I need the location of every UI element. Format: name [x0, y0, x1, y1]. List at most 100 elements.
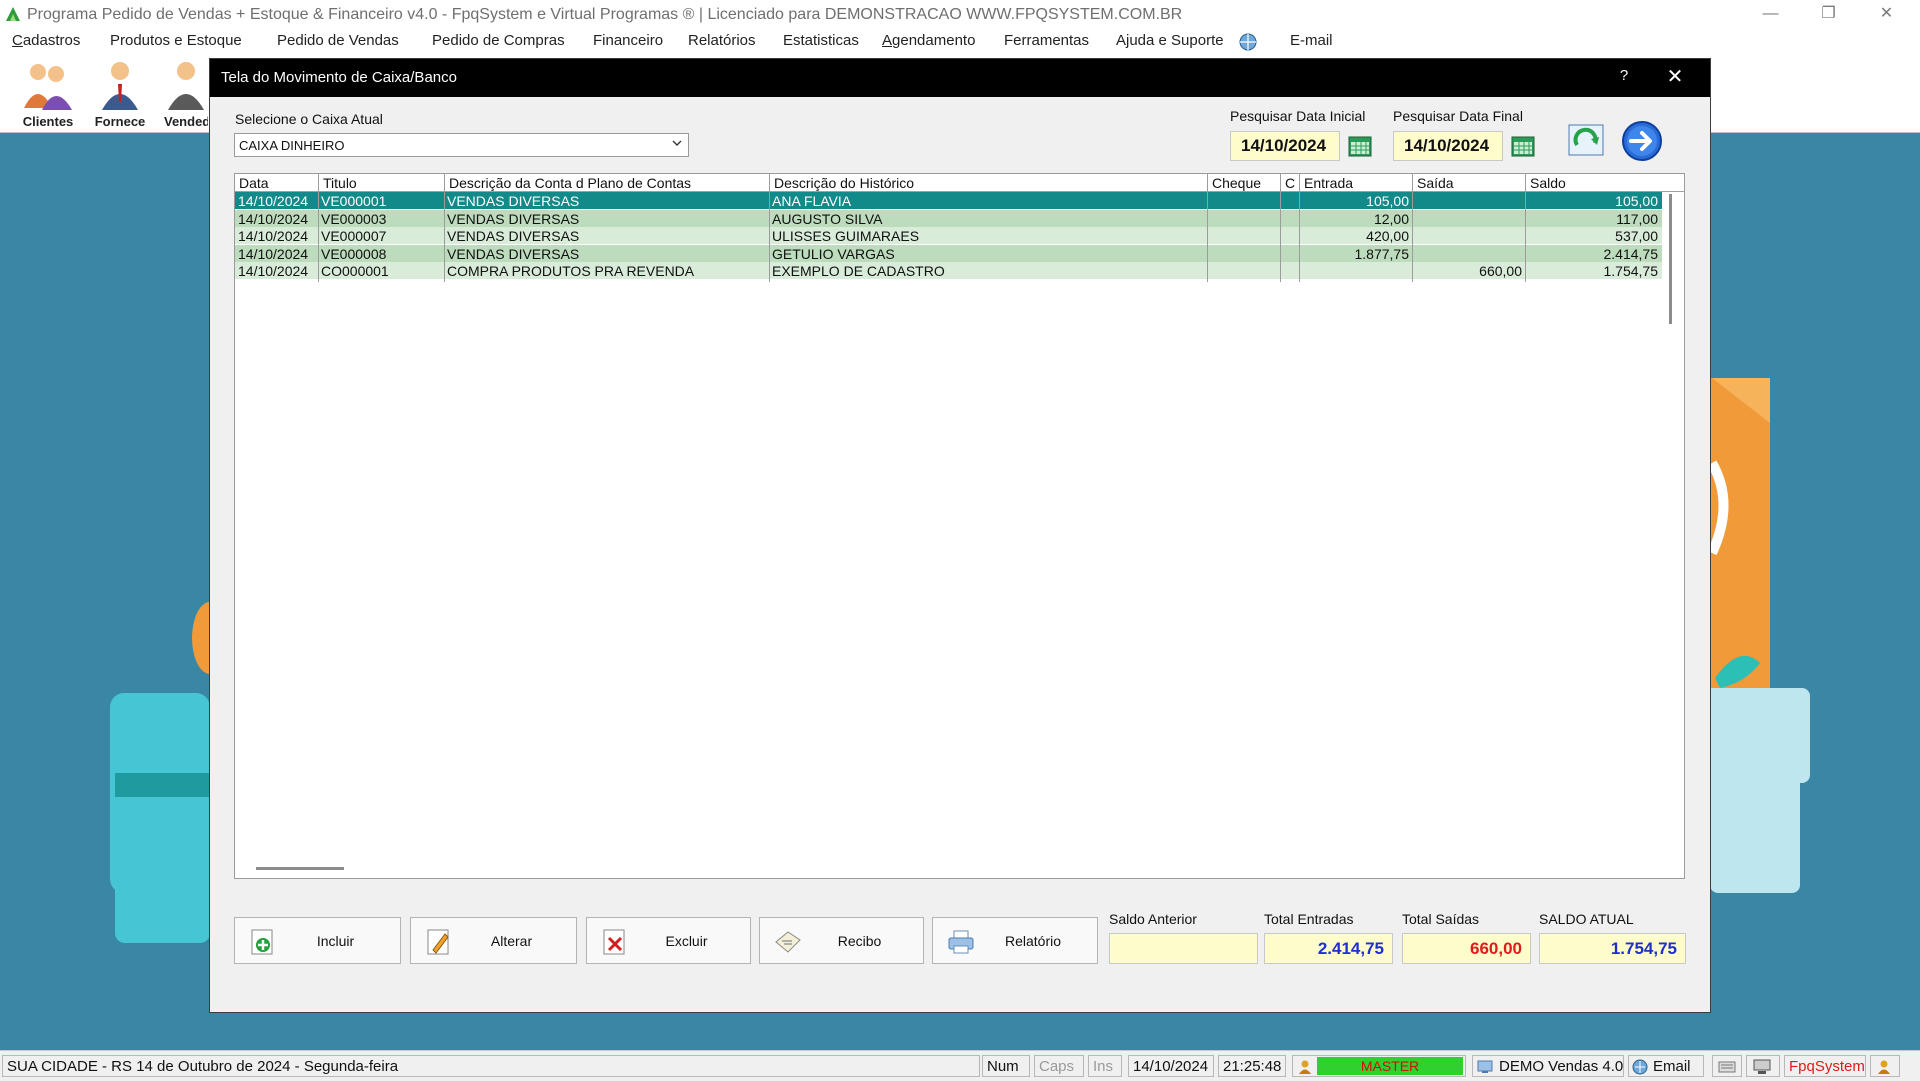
- calendar-icon[interactable]: [1511, 134, 1535, 158]
- menu-cadastros[interactable]: Cadastros: [12, 32, 80, 49]
- cell-titulo: VE000008: [321, 245, 387, 262]
- status-keyboard-icon[interactable]: [1712, 1055, 1742, 1077]
- email-icon: [1632, 1059, 1648, 1075]
- cell-entrada: 1.877,75: [1354, 245, 1410, 262]
- caixa-select[interactable]: CAIXA DINHEIRO: [234, 133, 689, 157]
- table-row[interactable]: 14/10/2024 VE000003 VENDAS DIVERSAS AUGUSTO…: [235, 209, 1662, 227]
- col-c[interactable]: C: [1285, 175, 1295, 191]
- chevron-down-icon: [672, 140, 682, 146]
- movimento-grid[interactable]: Data Titulo Descrição da Conta d Plano d…: [234, 173, 1685, 879]
- table-row[interactable]: 14/10/2024 VE000001 VENDAS DIVERSAS ANA FLA…: [235, 192, 1662, 209]
- status-brand: FpqSystem: [1784, 1055, 1866, 1077]
- incluir-button[interactable]: Incluir: [234, 917, 401, 964]
- app-titlebar: Programa Pedido de Vendas + Estoque & Fi…: [0, 0, 1920, 29]
- cell-saida: 660,00: [1479, 263, 1522, 279]
- total-saidas-label: Total Saídas: [1402, 911, 1480, 927]
- col-titulo[interactable]: Titulo: [323, 175, 357, 191]
- cell-titulo: VE000003: [321, 210, 387, 227]
- menu-email[interactable]: E-mail: [1290, 32, 1333, 49]
- total-saidas-field: 660,00: [1402, 933, 1531, 964]
- status-computer-icon[interactable]: [1746, 1055, 1780, 1077]
- cell-historico: GETULIO VARGAS: [772, 245, 895, 262]
- dialog-close-button[interactable]: ✕: [1664, 66, 1686, 88]
- toolbar-fornece-label: Fornece: [94, 114, 146, 129]
- status-version: DEMO Vendas 4.0: [1472, 1055, 1624, 1077]
- alterar-button[interactable]: Alterar: [410, 917, 577, 964]
- menu-financeiro[interactable]: Financeiro: [593, 32, 663, 49]
- monitor-icon: [1477, 1060, 1493, 1073]
- app-title: Programa Pedido de Vendas + Estoque & Fi…: [27, 6, 1183, 23]
- table-row[interactable]: 14/10/2024 VE000007 VENDAS DIVERSAS ULISSES…: [235, 227, 1662, 244]
- menu-pedido-vendas[interactable]: Pedido de Vendas: [277, 32, 399, 49]
- cell-data: 14/10/2024: [238, 228, 309, 244]
- data-final-label: Pesquisar Data Final: [1393, 108, 1523, 124]
- menu-bar: Cadastros Produtos e Estoque Pedido de V…: [0, 29, 1920, 54]
- toolbar-vendedor-label: Vended: [164, 114, 208, 129]
- excluir-button[interactable]: Excluir: [586, 917, 751, 964]
- col-separator: [1280, 174, 1281, 282]
- col-cheque[interactable]: Cheque: [1212, 175, 1261, 191]
- status-bar: SUA CIDADE - RS 14 de Outubro de 2024 - …: [0, 1050, 1920, 1081]
- seller-icon: [168, 62, 204, 110]
- status-user: MASTER: [1292, 1055, 1466, 1077]
- supplier-icon: [102, 62, 138, 110]
- cell-titulo: VE000007: [321, 228, 387, 244]
- status-caps: Caps: [1034, 1055, 1084, 1077]
- vertical-scrollbar[interactable]: [1669, 194, 1672, 324]
- menu-produtos-estoque[interactable]: Produtos e Estoque: [110, 32, 242, 49]
- cell-titulo: VE000001: [321, 193, 387, 209]
- recibo-label: Recibo: [837, 933, 882, 949]
- saldo-atual-field: 1.754,75: [1539, 933, 1686, 964]
- arrow-right-icon[interactable]: [1620, 119, 1664, 163]
- toolbar-clientes-button[interactable]: Clientes: [12, 58, 84, 130]
- minimize-button[interactable]: —: [1748, 0, 1793, 29]
- calendar-icon[interactable]: [1348, 134, 1372, 158]
- cell-saldo: 117,00: [1616, 210, 1658, 227]
- restore-button[interactable]: ❐: [1806, 0, 1851, 29]
- close-window-button[interactable]: ✕: [1864, 0, 1909, 29]
- toolbar-vendedor-button[interactable]: Vended: [156, 58, 208, 130]
- status-email-button[interactable]: Email: [1628, 1055, 1704, 1077]
- menu-ferramentas[interactable]: Ferramentas: [1004, 32, 1089, 49]
- cell-historico: ULISSES GUIMARAES: [772, 228, 920, 244]
- help-button[interactable]: ?: [1614, 67, 1634, 87]
- alterar-label: Alterar: [490, 933, 533, 949]
- toolbar-fornece-button[interactable]: Fornece: [84, 58, 156, 130]
- col-entrada[interactable]: Entrada: [1304, 175, 1353, 191]
- incluir-label: Incluir: [316, 933, 355, 949]
- relatorio-button[interactable]: Relatório: [932, 917, 1098, 964]
- col-saida[interactable]: Saída: [1417, 175, 1454, 191]
- cell-data: 14/10/2024: [238, 245, 309, 262]
- menu-estatisticas[interactable]: Estatisticas: [783, 32, 859, 49]
- col-conta[interactable]: Descrição da Conta d Plano de Contas: [449, 175, 691, 191]
- recibo-button[interactable]: Recibo: [759, 917, 924, 964]
- status-cidade: SUA CIDADE - RS 14 de Outubro de 2024 - …: [2, 1055, 980, 1077]
- col-saldo[interactable]: Saldo: [1530, 175, 1566, 191]
- col-data[interactable]: Data: [239, 175, 269, 191]
- keyboard-icon: [1718, 1061, 1736, 1073]
- menu-pedido-compras[interactable]: Pedido de Compras: [432, 32, 565, 49]
- data-inicial-input[interactable]: 14/10/2024: [1230, 131, 1340, 161]
- status-version-text: DEMO Vendas 4.0: [1499, 1058, 1624, 1075]
- col-historico[interactable]: Descrição do Histórico: [774, 175, 914, 191]
- data-final-input[interactable]: 14/10/2024: [1393, 131, 1503, 161]
- status-num: Num: [982, 1055, 1030, 1077]
- table-row[interactable]: 14/10/2024 VE000008 VENDAS DIVERSAS GETULIO…: [235, 244, 1662, 262]
- data-inicial-label: Pesquisar Data Inicial: [1230, 108, 1366, 124]
- cell-data: 14/10/2024: [238, 210, 309, 227]
- status-user2-icon[interactable]: [1870, 1055, 1900, 1077]
- menu-relatorios[interactable]: Relatórios: [688, 32, 756, 49]
- refresh-icon[interactable]: [1565, 119, 1609, 163]
- cell-conta: VENDAS DIVERSAS: [447, 228, 580, 244]
- table-row[interactable]: 14/10/2024 CO000001 COMPRA PRODUTOS PRA RE…: [235, 262, 1662, 279]
- clients-icon: [24, 64, 72, 110]
- dialog-title: Tela do Movimento de Caixa/Banco: [221, 69, 457, 86]
- cell-data: 14/10/2024: [238, 263, 309, 279]
- caixa-select-value: CAIXA DINHEIRO: [239, 138, 345, 153]
- horizontal-scrollbar[interactable]: [256, 867, 344, 870]
- saldo-anterior-field: [1109, 933, 1258, 964]
- globe-icon[interactable]: [1238, 32, 1258, 52]
- cell-conta: VENDAS DIVERSAS: [447, 210, 580, 227]
- menu-ajuda-suporte[interactable]: Ajuda e Suporte: [1116, 32, 1224, 49]
- menu-agendamento[interactable]: Agendamento: [882, 32, 975, 49]
